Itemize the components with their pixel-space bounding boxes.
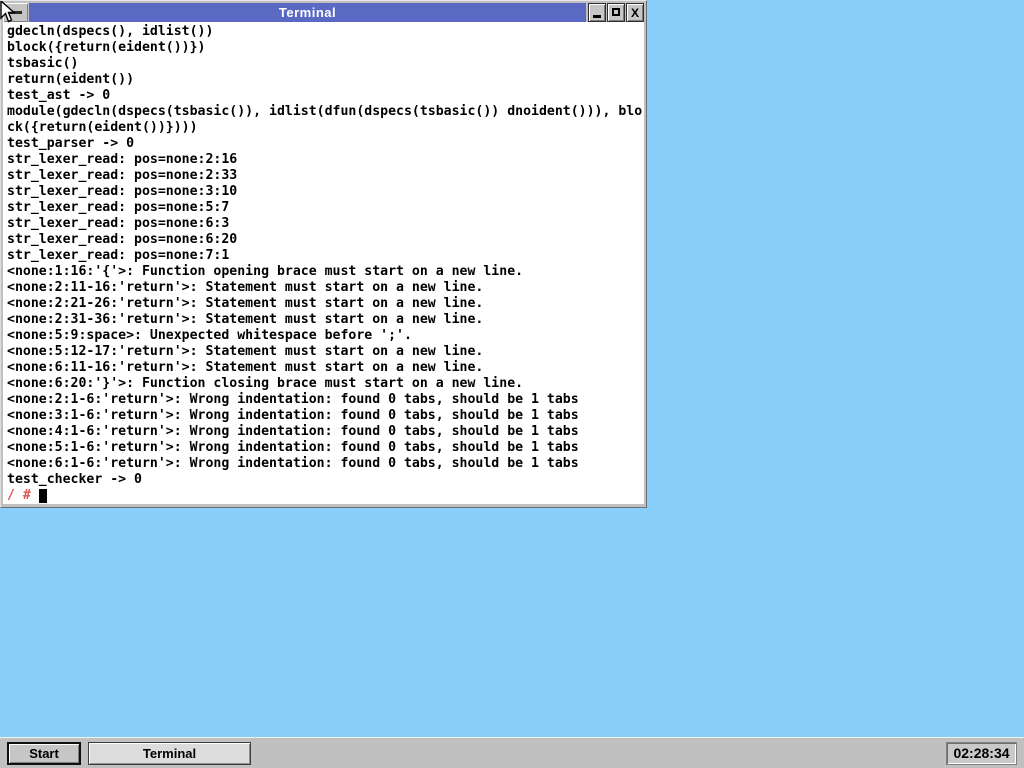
terminal-line: tsbasic() (7, 56, 644, 72)
terminal-line: <none:2:21-26:'return'>: Statement must … (7, 296, 644, 312)
terminal-content[interactable]: gdecln(dspecs(), idlist())block({return(… (3, 22, 644, 504)
terminal-line: str_lexer_read: pos=none:6:20 (7, 232, 644, 248)
terminal-window: Terminal X gdecln(dspecs(), idlist())blo… (0, 0, 647, 508)
terminal-line: str_lexer_read: pos=none:3:10 (7, 184, 644, 200)
taskbar-clock: 02:28:34 (946, 742, 1017, 765)
taskbar: Start Terminal 02:28:34 (0, 737, 1024, 768)
mouse-arrow-pointer-icon (0, 1, 17, 24)
start-button[interactable]: Start (7, 742, 81, 765)
close-icon: X (631, 6, 639, 20)
terminal-cursor (39, 489, 47, 503)
desktop: Terminal X gdecln(dspecs(), idlist())blo… (0, 0, 1024, 768)
terminal-line: ck({return(eident())}))) (7, 120, 644, 136)
terminal-line: <none:6:1-6:'return'>: Wrong indentation… (7, 456, 644, 472)
terminal-line: module(gdecln(dspecs(tsbasic()), idlist(… (7, 104, 644, 120)
terminal-line: block({return(eident())}) (7, 40, 644, 56)
terminal-line: <none:2:11-16:'return'>: Statement must … (7, 280, 644, 296)
terminal-line: str_lexer_read: pos=none:6:3 (7, 216, 644, 232)
terminal-line: str_lexer_read: pos=none:7:1 (7, 248, 644, 264)
terminal-line: test_ast -> 0 (7, 88, 644, 104)
terminal-line: <none:5:9:space>: Unexpected whitespace … (7, 328, 644, 344)
minimize-icon (593, 15, 601, 18)
terminal-line: <none:6:11-16:'return'>: Statement must … (7, 360, 644, 376)
terminal-line: <none:1:16:'{'>: Function opening brace … (7, 264, 644, 280)
terminal-line: str_lexer_read: pos=none:5:7 (7, 200, 644, 216)
titlebar[interactable]: Terminal X (3, 3, 644, 22)
minimize-button[interactable] (588, 3, 606, 22)
close-button[interactable]: X (626, 3, 644, 22)
terminal-line: <none:2:31-36:'return'>: Statement must … (7, 312, 644, 328)
terminal-line: str_lexer_read: pos=none:2:33 (7, 168, 644, 184)
terminal-line: return(eident()) (7, 72, 644, 88)
maximize-button[interactable] (607, 3, 625, 22)
terminal-line: test_checker -> 0 (7, 472, 644, 488)
terminal-line: <none:2:1-6:'return'>: Wrong indentation… (7, 392, 644, 408)
terminal-line: <none:4:1-6:'return'>: Wrong indentation… (7, 424, 644, 440)
terminal-line: gdecln(dspecs(), idlist()) (7, 24, 644, 40)
terminal-line: <none:5:1-6:'return'>: Wrong indentation… (7, 440, 644, 456)
terminal-line: <none:5:12-17:'return'>: Statement must … (7, 344, 644, 360)
terminal-line: <none:3:1-6:'return'>: Wrong indentation… (7, 408, 644, 424)
terminal-prompt-line: / # (7, 488, 644, 504)
taskbar-window-button-terminal[interactable]: Terminal (88, 742, 251, 765)
terminal-output: gdecln(dspecs(), idlist())block({return(… (7, 24, 644, 488)
terminal-line: str_lexer_read: pos=none:2:16 (7, 152, 644, 168)
terminal-line: test_parser -> 0 (7, 136, 644, 152)
shell-prompt: / # (7, 488, 31, 503)
maximize-icon (612, 8, 620, 16)
window-title: Terminal (29, 3, 586, 22)
terminal-line: <none:6:20:'}'>: Function closing brace … (7, 376, 644, 392)
